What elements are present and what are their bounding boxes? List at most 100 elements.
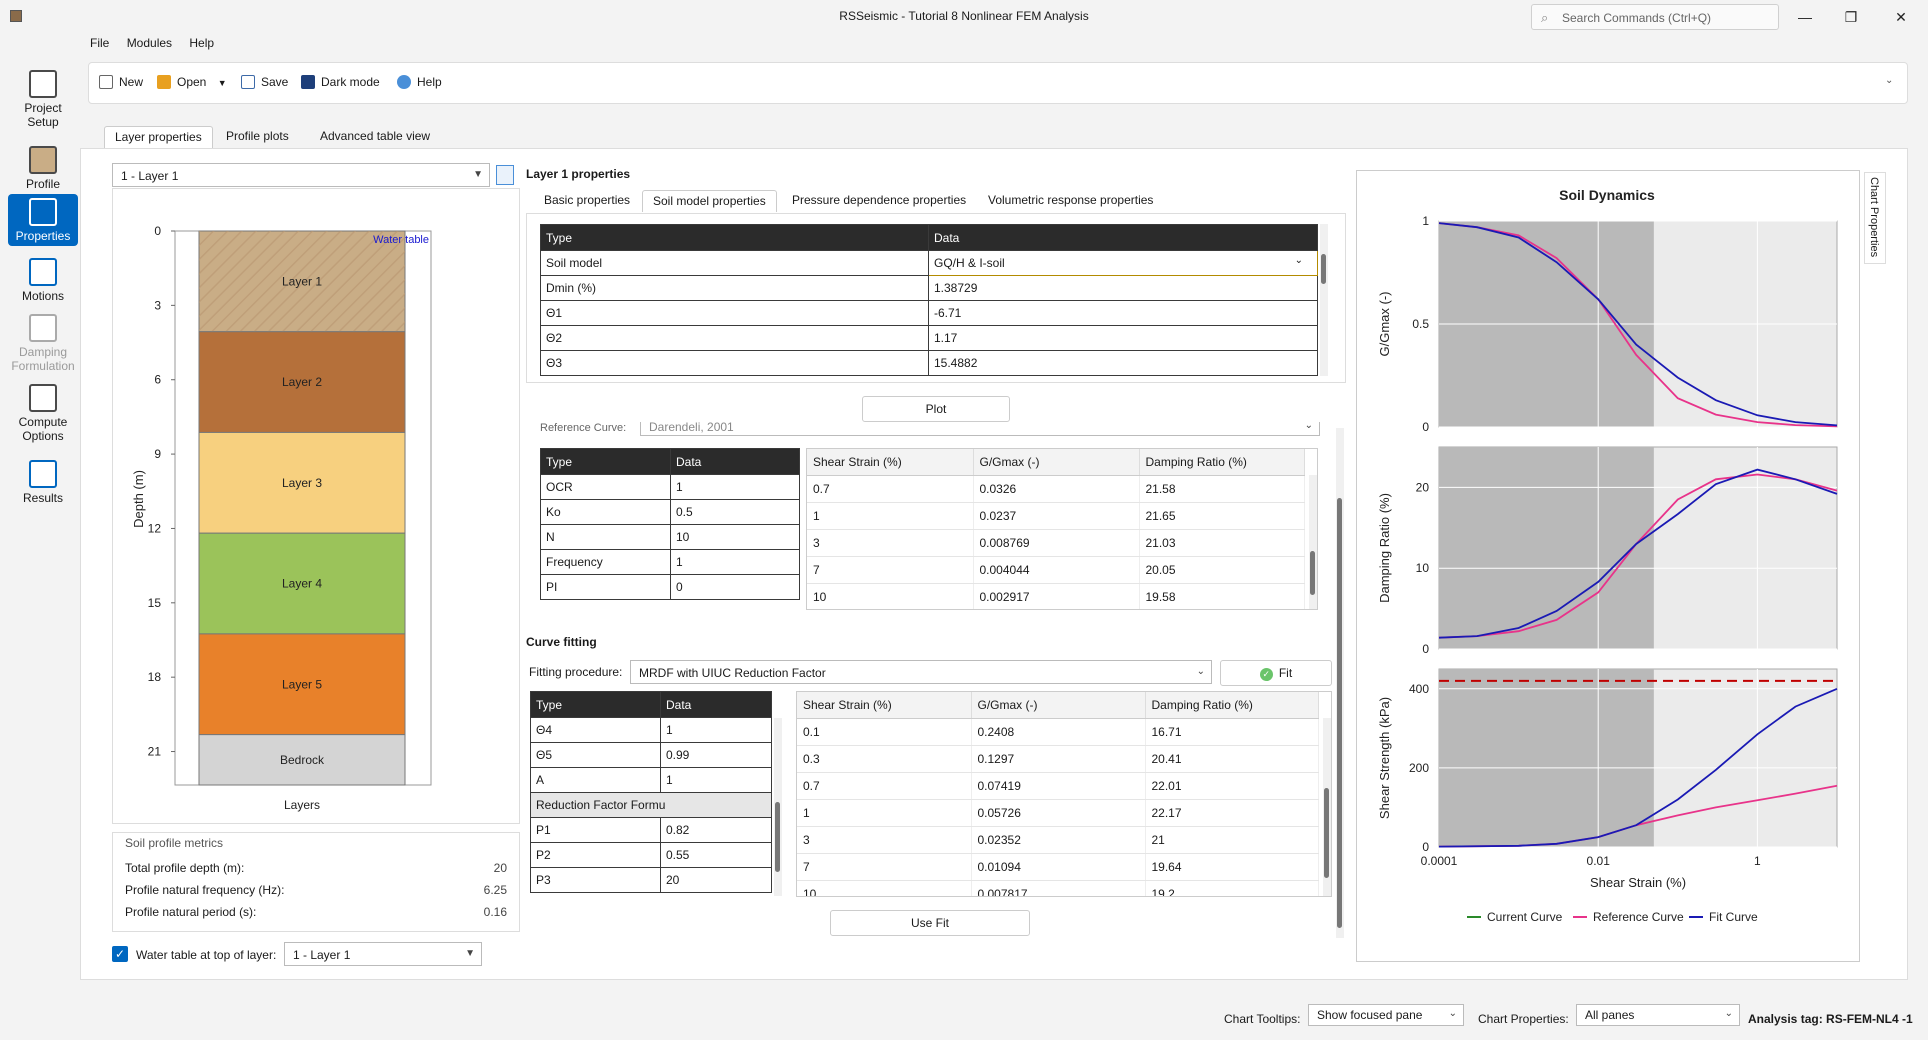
copy-icon[interactable] bbox=[496, 165, 514, 185]
grid-cell[interactable]: 19.64 bbox=[1145, 853, 1319, 881]
dark-mode-button[interactable]: Dark mode bbox=[301, 75, 380, 89]
grid-cell[interactable]: 0.004044 bbox=[973, 556, 1140, 584]
maximize-button[interactable]: ❐ bbox=[1836, 6, 1866, 28]
close-button[interactable]: ✕ bbox=[1886, 6, 1916, 28]
fitting-procedure-select[interactable]: MRDF with UIUC Reduction Factor ⌄ bbox=[630, 660, 1212, 684]
grid-cell[interactable]: 0.7 bbox=[797, 772, 972, 800]
row-data[interactable]: -6.71 bbox=[928, 300, 1318, 326]
save-button[interactable]: Save bbox=[241, 75, 288, 89]
grid-cell[interactable]: 10 bbox=[807, 583, 974, 609]
grid-cell[interactable]: 0.05726 bbox=[971, 799, 1146, 827]
nav-project-setup[interactable]: Project Setup bbox=[8, 66, 78, 134]
minimize-button[interactable]: — bbox=[1790, 6, 1820, 28]
grid-cell[interactable]: 19.2 bbox=[1145, 880, 1319, 896]
row-data[interactable]: 15.4882 bbox=[928, 350, 1318, 376]
grid-cell[interactable]: 20.05 bbox=[1139, 556, 1305, 584]
row-data[interactable]: 0.55 bbox=[660, 842, 772, 868]
layer-select[interactable]: 1 - Layer 1 ▼ bbox=[112, 163, 490, 187]
row-type: P1 bbox=[530, 817, 661, 843]
row-data[interactable]: 1.38729 bbox=[928, 275, 1318, 301]
search-commands-input[interactable]: ⌕ Search Commands (Ctrl+Q) bbox=[1531, 4, 1779, 30]
grid-cell[interactable]: 16.71 bbox=[1145, 718, 1319, 746]
grid-cell[interactable]: 10 bbox=[797, 880, 972, 896]
row-data[interactable]: 1 bbox=[670, 549, 800, 575]
col-shear-strain: Shear Strain (%) bbox=[797, 692, 972, 719]
tab-profile-plots[interactable]: Profile plots bbox=[216, 126, 299, 148]
grid-cell[interactable]: 3 bbox=[797, 826, 972, 854]
chart-properties-side-tab[interactable]: Chart Properties bbox=[1864, 172, 1886, 264]
tab-layer-properties[interactable]: Layer properties bbox=[104, 126, 213, 148]
grid-cell[interactable]: 7 bbox=[797, 853, 972, 881]
row-data[interactable]: 1 bbox=[670, 474, 800, 500]
menu-modules[interactable]: Modules bbox=[127, 36, 172, 50]
row-data[interactable]: 0.5 bbox=[670, 499, 800, 525]
damping-icon bbox=[29, 314, 57, 342]
grid-cell[interactable]: 3 bbox=[807, 529, 974, 557]
use-fit-button[interactable]: Use Fit bbox=[830, 910, 1030, 936]
grid-cell[interactable]: 21 bbox=[1145, 826, 1319, 854]
grid-cell[interactable]: 0.3 bbox=[797, 745, 972, 773]
fitting-params-scrollbar[interactable] bbox=[774, 718, 782, 896]
nav-profile[interactable]: Profile bbox=[8, 142, 78, 196]
tab-soil-model-properties[interactable]: Soil model properties bbox=[642, 190, 777, 212]
grid-cell[interactable]: 1 bbox=[807, 502, 974, 530]
fitting-data-scrollbar[interactable] bbox=[1323, 718, 1331, 896]
grid-cell[interactable]: 0.01094 bbox=[971, 853, 1146, 881]
grid-cell[interactable]: 7 bbox=[807, 556, 974, 584]
tab-volumetric-response[interactable]: Volumetric response properties bbox=[978, 190, 1163, 212]
chart-title: Soil Dynamics bbox=[1559, 187, 1655, 203]
fit-button[interactable]: ✓ Fit bbox=[1220, 660, 1332, 686]
grid-cell[interactable]: 20.41 bbox=[1145, 745, 1319, 773]
grid-cell[interactable]: 21.58 bbox=[1139, 475, 1305, 503]
nav-compute-options[interactable]: Compute Options bbox=[8, 380, 78, 446]
grid-cell[interactable]: 0.002917 bbox=[973, 583, 1140, 609]
row-data[interactable]: 10 bbox=[670, 524, 800, 550]
grid-cell[interactable]: 0.1 bbox=[797, 718, 972, 746]
soil-model-select[interactable]: GQ/H & I-soil ⌄ bbox=[928, 250, 1318, 276]
tab-advanced-table-view[interactable]: Advanced table view bbox=[310, 126, 440, 148]
plot-button[interactable]: Plot bbox=[862, 396, 1010, 422]
grid-cell[interactable]: 0.2408 bbox=[971, 718, 1146, 746]
grid-cell[interactable]: 21.65 bbox=[1139, 502, 1305, 530]
properties-scrollbar[interactable] bbox=[1336, 428, 1344, 938]
chart-tooltips-select[interactable]: Show focused pane ⌄ bbox=[1308, 1004, 1464, 1026]
row-data[interactable]: 0.82 bbox=[660, 817, 772, 843]
grid-cell[interactable]: 0.008769 bbox=[973, 529, 1140, 557]
water-table-layer-select[interactable]: 1 - Layer 1 ▼ bbox=[284, 942, 482, 966]
open-button[interactable]: Open ▼ bbox=[157, 75, 227, 89]
nav-results[interactable]: Results bbox=[8, 456, 78, 510]
nav-motions[interactable]: Motions bbox=[8, 254, 78, 308]
chevron-down-icon[interactable]: ⌄ bbox=[1885, 75, 1893, 86]
grid-cell[interactable]: 0.07419 bbox=[971, 772, 1146, 800]
grid-cell[interactable]: 0.02352 bbox=[971, 826, 1146, 854]
row-data[interactable]: 0 bbox=[670, 574, 800, 600]
grid-cell[interactable]: 21.03 bbox=[1139, 529, 1305, 557]
grid-cell[interactable]: 22.17 bbox=[1145, 799, 1319, 827]
tab-basic-properties[interactable]: Basic properties bbox=[534, 190, 640, 212]
menu-help[interactable]: Help bbox=[189, 36, 214, 50]
grid-cell[interactable]: 0.1297 bbox=[971, 745, 1146, 773]
row-data[interactable]: 1 bbox=[660, 767, 772, 793]
grid-cell[interactable]: 19.58 bbox=[1139, 583, 1305, 609]
grid-cell[interactable]: 0.0326 bbox=[973, 475, 1140, 503]
menu-file[interactable]: File bbox=[90, 36, 109, 50]
grid-cell[interactable]: 0.007817 bbox=[971, 880, 1146, 896]
row-data[interactable]: 20 bbox=[660, 867, 772, 893]
help-button[interactable]: Help bbox=[397, 75, 442, 89]
water-table-checkbox[interactable]: ✓ bbox=[112, 946, 128, 962]
nav-damping-formulation[interactable]: Damping Formulation bbox=[8, 310, 78, 376]
grid-cell[interactable]: 22.01 bbox=[1145, 772, 1319, 800]
row-data[interactable]: 1 bbox=[660, 717, 772, 743]
row-data[interactable]: 0.99 bbox=[660, 742, 772, 768]
reference-curve-select[interactable]: Darendeli, 2001 ⌄ bbox=[640, 422, 1320, 436]
tab-pressure-dependence[interactable]: Pressure dependence properties bbox=[782, 190, 976, 212]
grid-cell[interactable]: 0.7 bbox=[807, 475, 974, 503]
nav-properties[interactable]: Properties bbox=[8, 194, 78, 246]
row-data[interactable]: 1.17 bbox=[928, 325, 1318, 351]
grid-cell[interactable]: 1 bbox=[797, 799, 972, 827]
chart-properties-select[interactable]: All panes ⌄ bbox=[1576, 1004, 1740, 1026]
soil-model-scrollbar[interactable] bbox=[1320, 224, 1328, 376]
grid-cell[interactable]: 0.0237 bbox=[973, 502, 1140, 530]
reference-data-scrollbar[interactable] bbox=[1309, 475, 1317, 609]
new-button[interactable]: New bbox=[99, 75, 143, 89]
